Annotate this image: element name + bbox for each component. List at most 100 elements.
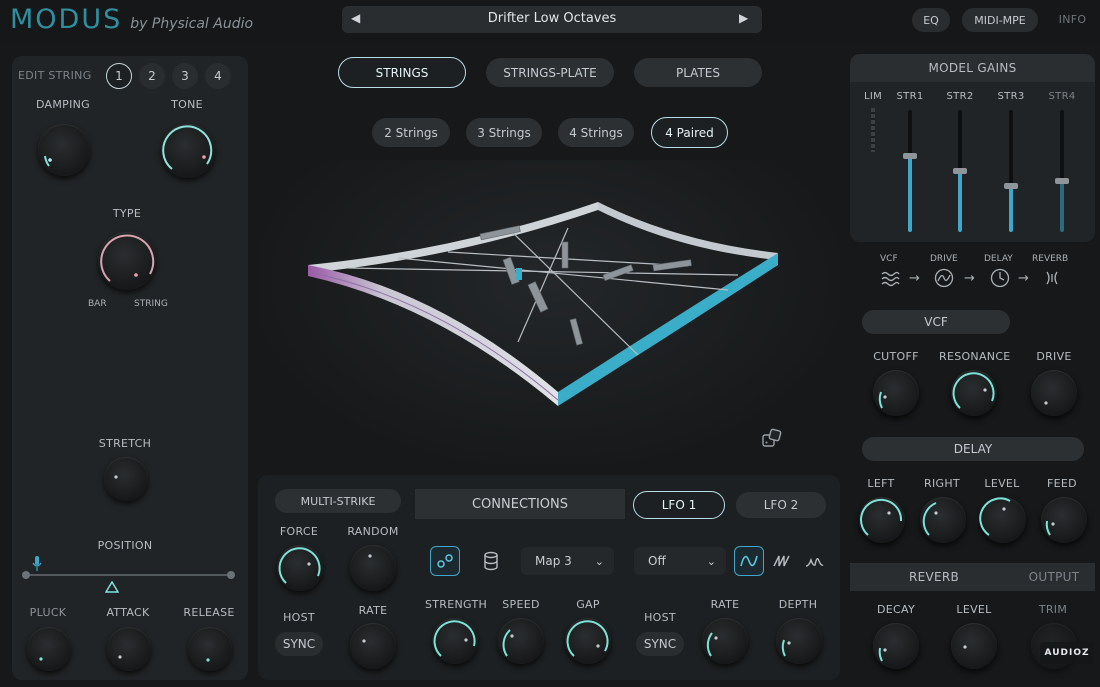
type-knob[interactable] <box>98 232 156 290</box>
random-knob[interactable] <box>350 545 396 591</box>
watermark-text: AUDIOZ <box>1044 648 1090 658</box>
force-knob[interactable] <box>277 545 323 591</box>
preset-next-button[interactable]: ▶ <box>739 11 748 25</box>
reverb-icon[interactable] <box>1042 268 1062 288</box>
delay-level-label: LEVEL <box>984 477 1020 490</box>
delay-feed-knob[interactable] <box>1041 497 1087 543</box>
map-select[interactable]: Map 3 ⌄ <box>521 547 614 575</box>
string-2-button[interactable]: 2 <box>139 63 165 89</box>
delay-left-knob[interactable] <box>859 497 905 543</box>
preset-name[interactable]: Drifter Low Octaves <box>342 11 762 26</box>
model-gains-panel <box>850 54 1095 242</box>
brand-logo: MODUS by Physical Audio <box>10 4 254 35</box>
damping-knob[interactable] <box>38 124 90 176</box>
decay-knob[interactable] <box>873 623 919 669</box>
rate-knob[interactable] <box>350 623 396 669</box>
lfo-random-wave-icon[interactable] <box>800 546 828 576</box>
lfo-rate-label: RATE <box>710 598 740 611</box>
lfo-rate-knob[interactable] <box>702 618 748 664</box>
sync-button[interactable]: SYNC <box>275 632 323 656</box>
position-track[interactable] <box>24 574 232 576</box>
str2-fader-handle[interactable] <box>953 168 967 174</box>
resonance-knob[interactable] <box>951 370 997 416</box>
lfo-sine-wave-icon[interactable] <box>734 546 764 576</box>
brand-name: MODUS <box>10 4 123 35</box>
tone-label: TONE <box>171 98 203 111</box>
reverb-level-knob[interactable] <box>951 623 997 669</box>
gap-knob[interactable] <box>565 618 611 664</box>
resonance-label: RESONANCE <box>939 350 1011 363</box>
str3-label: STR3 <box>997 91 1025 102</box>
type-min-label: BAR <box>88 299 107 309</box>
str3-fader-handle[interactable] <box>1004 182 1018 189</box>
info-button[interactable]: INFO <box>1050 13 1095 26</box>
tab-output[interactable]: OUTPUT <box>1022 570 1086 584</box>
connections-tab[interactable]: CONNECTIONS <box>415 489 625 519</box>
multi-strike-button[interactable]: MULTI-STRIKE <box>275 489 401 513</box>
str2-label: STR2 <box>946 91 974 102</box>
tone-knob[interactable] <box>161 124 215 178</box>
mode-4-paired[interactable]: 4 Paired <box>651 117 728 148</box>
tab-strings[interactable]: STRINGS <box>338 57 466 88</box>
delay-clock-icon[interactable] <box>990 268 1010 288</box>
lfo-depth-label: DEPTH <box>778 598 818 611</box>
midi-mpe-button[interactable]: MIDI-MPE <box>962 8 1038 32</box>
tab-reverb[interactable]: REVERB <box>880 570 988 584</box>
string-3-button[interactable]: 3 <box>172 63 198 89</box>
connections-stack-icon[interactable] <box>476 546 506 576</box>
randomize-dice-icon[interactable] <box>761 427 783 449</box>
lfo-sync-button[interactable]: SYNC <box>636 632 684 656</box>
model-3d-view[interactable] <box>258 160 840 465</box>
attack-knob[interactable] <box>107 627 151 671</box>
mode-2-strings[interactable]: 2 Strings <box>372 118 450 147</box>
delay-section-button[interactable]: DELAY <box>862 437 1084 461</box>
map-select-value: Map 3 <box>535 554 572 568</box>
position-handle-icon[interactable] <box>104 578 120 593</box>
tab-plates[interactable]: PLATES <box>634 58 762 87</box>
connections-link-icon[interactable] <box>430 546 460 576</box>
watermark-logo: AUDIOZ <box>1040 642 1094 664</box>
vcf-section-button[interactable]: VCF <box>862 310 1010 334</box>
cutoff-knob[interactable] <box>873 370 919 416</box>
type-max-label: STRING <box>134 299 168 309</box>
drive-icon[interactable] <box>934 268 954 288</box>
str4-fader-handle[interactable] <box>1055 177 1069 184</box>
chain-reverb-label: REVERB <box>1032 254 1069 264</box>
lfo-target-select[interactable]: Off ⌄ <box>634 547 726 575</box>
str1-label: STR1 <box>896 91 924 102</box>
string-4-button[interactable]: 4 <box>205 63 231 89</box>
lfo-target-value: Off <box>648 554 666 568</box>
filter-wave-icon[interactable] <box>880 268 900 288</box>
pluck-knob[interactable] <box>27 627 71 671</box>
stretch-knob[interactable] <box>104 457 148 501</box>
attack-label: ATTACK <box>106 606 150 619</box>
delay-right-label: RIGHT <box>924 477 960 490</box>
brand-subtitle: by Physical Audio <box>130 16 254 32</box>
delay-feed-label: FEED <box>1047 477 1077 490</box>
connections-label: CONNECTIONS <box>471 496 569 512</box>
position-slider[interactable] <box>20 556 240 593</box>
chain-delay-label: DELAY <box>984 254 1013 264</box>
arrow-icon: → <box>964 271 975 286</box>
mode-3-strings[interactable]: 3 Strings <box>466 118 542 147</box>
model-gains-header: MODEL GAINS <box>850 54 1095 82</box>
position-track-end <box>22 571 30 579</box>
release-knob[interactable] <box>188 627 232 671</box>
speed-knob[interactable] <box>498 618 544 664</box>
delay-level-knob[interactable] <box>979 497 1026 543</box>
delay-right-knob[interactable] <box>920 497 966 543</box>
strength-label: STRENGTH <box>425 598 488 611</box>
eq-button[interactable]: EQ <box>912 8 950 32</box>
mode-4-strings[interactable]: 4 Strings <box>558 118 634 147</box>
str1-fader-handle[interactable] <box>903 153 917 160</box>
app-header: MODUS by Physical Audio ◀ Drifter Low Oc… <box>0 0 1100 44</box>
string-1-button[interactable]: 1 <box>106 63 132 89</box>
lim-label: LIM <box>863 91 883 102</box>
lfo-saw-wave-icon[interactable] <box>768 546 796 576</box>
tab-strings-plate[interactable]: STRINGS-PLATE <box>486 58 614 87</box>
drive-knob[interactable] <box>1031 370 1077 416</box>
tab-lfo2[interactable]: LFO 2 <box>736 492 826 518</box>
tab-lfo1[interactable]: LFO 1 <box>633 491 725 519</box>
strength-knob[interactable] <box>432 618 478 664</box>
lfo-depth-knob[interactable] <box>776 618 822 664</box>
